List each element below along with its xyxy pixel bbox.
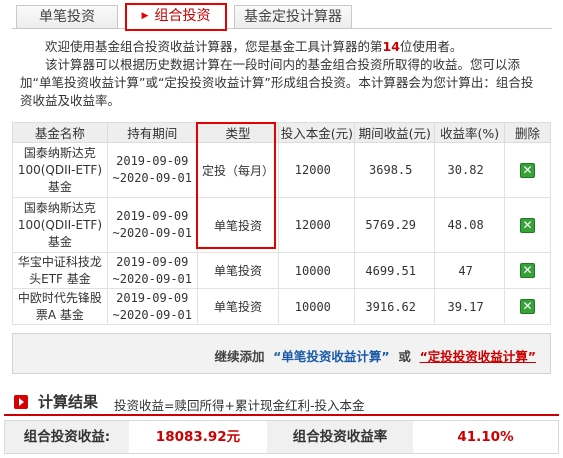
- delete-cell: ✕: [504, 197, 551, 253]
- tab-fund-sip-calculator[interactable]: 基金定投计算器: [234, 5, 352, 29]
- principal: 12000: [278, 142, 356, 198]
- delete-cell: ✕: [504, 288, 551, 325]
- period-end: ~2020-09-01: [112, 171, 192, 185]
- col-period: 持有期间: [106, 122, 198, 143]
- play-icon: [14, 395, 28, 409]
- tab-divider: [12, 28, 552, 29]
- delete-cell: ✕: [504, 252, 551, 289]
- table-row: 中欧时代先锋股票A 基金 2019-09-09 ~2020-09-01 单笔投资 …: [12, 288, 551, 325]
- invest-type: 单笔投资: [196, 252, 280, 289]
- delete-icon[interactable]: ✕: [520, 299, 536, 314]
- period-gain: 5769.29: [354, 197, 436, 253]
- portfolio-gain-label: 组合投资收益:: [5, 421, 129, 453]
- delete-cell: ✕: [504, 142, 551, 198]
- invest-type: 单笔投资: [196, 288, 280, 325]
- intro-line2: 该计算器可以根据历史数据计算在一段时间内的基金组合投资所取得的收益。您可以添加“…: [20, 57, 534, 108]
- invest-type: 单笔投资: [196, 197, 280, 253]
- tab-label: 单笔投资: [39, 9, 95, 25]
- fund-name: 华宝中证科技龙头ETF 基金: [12, 252, 108, 289]
- fund-name: 国泰纳斯达克100(QDII-ETF)基金: [12, 142, 108, 198]
- delete-icon[interactable]: ✕: [520, 263, 536, 278]
- period-start: 2019-09-09: [116, 254, 189, 269]
- period-end: ~2020-09-01: [112, 226, 192, 240]
- portfolio-gain-value: 18083.92元: [155, 429, 241, 445]
- invest-type: 定投（每月）: [196, 142, 280, 198]
- intro-line1-suffix: 位使用者。: [399, 39, 463, 54]
- period-gain: 3698.5: [354, 142, 436, 198]
- user-count: 14: [382, 39, 400, 54]
- table-row: 华宝中证科技龙头ETF 基金 2019-09-09 ~2020-09-01 单笔投…: [12, 252, 551, 289]
- intro-text: 欢迎使用基金组合投资收益计算器，您是基金工具计算器的第14位使用者。 该计算器可…: [20, 38, 545, 110]
- period-start: 2019-09-09: [116, 290, 189, 305]
- tab-single-investment[interactable]: 单笔投资: [16, 5, 118, 29]
- period-gain: 4699.51: [354, 252, 436, 289]
- or-text: 或: [398, 349, 411, 364]
- add-sip-investment-link[interactable]: “定投投资收益计算”: [420, 349, 536, 364]
- portfolio-table: 基金名称 持有期间 类型 投入本金(元) 期间收益(元) 收益率(%) 删除 国…: [12, 122, 551, 325]
- delete-icon[interactable]: ✕: [520, 162, 536, 178]
- return-rate: 39.17: [434, 288, 506, 325]
- result-formula: 投资收益=赎回所得+累计现金红利-投入本金: [114, 398, 365, 413]
- period-gain: 3916.62: [354, 288, 436, 325]
- table-header: 基金名称 持有期间 类型 投入本金(元) 期间收益(元) 收益率(%) 删除: [12, 122, 551, 143]
- add-more-text: 继续添加 “单笔投资收益计算” 或 “定投投资收益计算”: [214, 346, 536, 365]
- holding-period: 2019-09-09 ~2020-09-01: [106, 252, 198, 289]
- add-single-investment-link[interactable]: “单笔投资收益计算”: [273, 349, 389, 364]
- period-end: ~2020-09-01: [112, 307, 192, 322]
- portfolio-rate-value: 41.10%: [457, 429, 514, 445]
- portfolio-rate-label: 组合投资收益率: [267, 421, 413, 453]
- period-start: 2019-09-09: [116, 209, 189, 223]
- fund-name: 国泰纳斯达克100(QDII-ETF)基金: [12, 197, 108, 253]
- principal: 10000: [278, 252, 356, 289]
- result-header: 计算结果 投资收益=赎回所得+累计现金红利-投入本金: [4, 388, 559, 416]
- col-type: 类型: [196, 122, 280, 143]
- period-end: ~2020-09-01: [112, 271, 192, 286]
- intro-line1: 欢迎使用基金组合投资收益计算器，您是基金工具计算器的第: [45, 39, 383, 54]
- col-delete: 删除: [504, 122, 551, 143]
- table-row: 国泰纳斯达克100(QDII-ETF)基金 2019-09-09 ~2020-09…: [12, 197, 551, 253]
- tab-label: 组合投资: [154, 8, 211, 24]
- holding-period: 2019-09-09 ~2020-09-01: [106, 142, 198, 198]
- tab-bar: 单笔投资 ▶ 组合投资 基金定投计算器: [12, 3, 552, 31]
- period-start: 2019-09-09: [116, 154, 189, 168]
- col-gain: 期间收益(元): [354, 122, 436, 143]
- result-row: 组合投资收益: 18083.92元 组合投资收益率 41.10%: [4, 420, 559, 454]
- fund-name: 中欧时代先锋股票A 基金: [12, 288, 108, 325]
- tab-label: 基金定投计算器: [244, 9, 342, 25]
- table-row: 国泰纳斯达克100(QDII-ETF)基金 2019-09-09 ~2020-09…: [12, 142, 551, 198]
- return-rate: 30.82: [434, 142, 506, 198]
- return-rate: 48.08: [434, 197, 506, 253]
- add-more-prefix: 继续添加: [214, 349, 265, 364]
- holding-period: 2019-09-09 ~2020-09-01: [106, 197, 198, 253]
- delete-icon[interactable]: ✕: [520, 217, 536, 233]
- col-principal: 投入本金(元): [278, 122, 356, 143]
- holding-period: 2019-09-09 ~2020-09-01: [106, 288, 198, 325]
- tab-portfolio-investment[interactable]: ▶ 组合投资: [125, 3, 227, 31]
- principal: 10000: [278, 288, 356, 325]
- triangle-right-icon: ▶: [141, 11, 149, 21]
- col-rate: 收益率(%): [434, 122, 506, 143]
- return-rate: 47: [434, 252, 506, 289]
- col-fund-name: 基金名称: [12, 122, 108, 143]
- principal: 12000: [278, 197, 356, 253]
- result-title: 计算结果: [38, 393, 99, 411]
- add-more-bar: 继续添加 “单笔投资收益计算” 或 “定投投资收益计算”: [12, 333, 551, 374]
